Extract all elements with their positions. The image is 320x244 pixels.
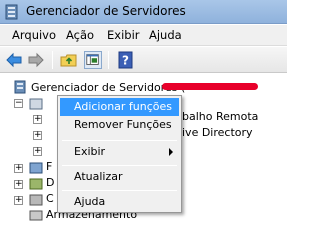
- menu-acao[interactable]: Ação: [66, 28, 94, 42]
- tree-node-active-directory[interactable]: ive Directory: [182, 126, 253, 139]
- tree-node-label: C: [46, 192, 54, 205]
- menu-item-view[interactable]: Exibir: [60, 143, 179, 161]
- server-manager-icon: [14, 80, 26, 94]
- expand-icon[interactable]: +: [14, 180, 23, 189]
- menu-separator: [62, 165, 177, 166]
- context-menu: Adicionar funções Remover Funções Exibir…: [57, 95, 182, 213]
- redacted-server-name: [162, 83, 258, 90]
- menu-arquivo[interactable]: Arquivo: [12, 28, 56, 42]
- menu-item-refresh[interactable]: Atualizar: [60, 168, 179, 186]
- roles-icon: [29, 98, 43, 110]
- expand-icon[interactable]: +: [33, 131, 42, 140]
- console-tree-icon[interactable]: [84, 51, 102, 69]
- menu-separator: [62, 190, 177, 191]
- tree-node-remote-desktop[interactable]: balho Remota: [182, 110, 258, 123]
- forward-arrow-icon[interactable]: [27, 51, 45, 69]
- expand-icon[interactable]: +: [33, 147, 42, 156]
- help-glyph: ?: [122, 54, 129, 68]
- expand-icon[interactable]: +: [14, 196, 23, 205]
- collapse-icon[interactable]: −: [14, 99, 23, 108]
- title-bar: Gerenciador de Servidores: [0, 0, 287, 24]
- menu-item-remove-roles[interactable]: Remover Funções: [60, 116, 179, 134]
- expand-icon[interactable]: +: [33, 115, 42, 124]
- toolbar-separator: [108, 51, 109, 69]
- features-icon: [29, 162, 43, 174]
- submenu-arrow-icon: [169, 148, 173, 156]
- menu-separator: [62, 140, 177, 141]
- toolbar-separator: [52, 51, 53, 69]
- toolbar: ?: [0, 47, 287, 73]
- menu-exibir[interactable]: Exibir: [107, 28, 140, 42]
- menu-bar: Arquivo Ação Exibir Ajuda: [0, 25, 287, 46]
- tree-node-label: F: [46, 160, 53, 173]
- menu-item-add-roles[interactable]: Adicionar funções: [60, 98, 179, 116]
- menu-ajuda[interactable]: Ajuda: [149, 28, 182, 42]
- back-arrow-icon[interactable]: [5, 51, 23, 69]
- diagnostics-icon: [29, 178, 43, 190]
- window-title: Gerenciador de Servidores: [26, 4, 186, 18]
- configuration-icon: [29, 194, 43, 206]
- folder-up-icon[interactable]: [60, 51, 78, 69]
- server-manager-icon: [5, 4, 18, 20]
- help-icon[interactable]: ?: [117, 51, 135, 69]
- storage-icon: [29, 210, 43, 221]
- expand-icon[interactable]: +: [14, 164, 23, 173]
- menu-item-help[interactable]: Ajuda: [60, 193, 179, 211]
- tree-node-label: D: [46, 176, 55, 189]
